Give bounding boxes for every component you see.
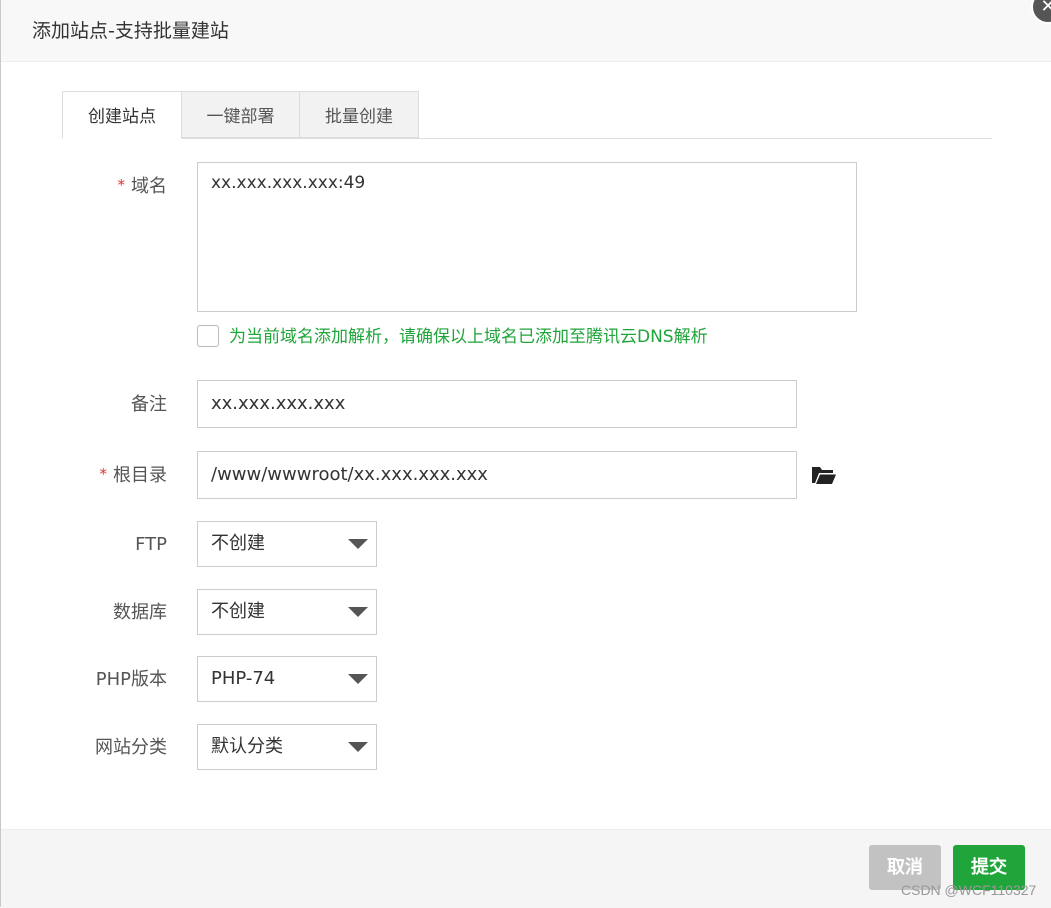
database-select-value: 不创建 [211,601,265,622]
root-dir-label: * 根目录 [37,464,168,488]
remark-label: 备注 [131,394,167,415]
site-category-label: 网站分类 [95,737,167,758]
domain-label-text: 域名 [131,176,167,197]
caret-down-icon [348,607,368,617]
caret-down-icon [348,674,368,684]
tab-create-site[interactable]: 创建站点 [62,91,182,139]
dns-hint-text[interactable]: 为当前域名添加解析，请确保以上域名已添加至腾讯云DNS解析 [229,325,708,349]
site-category-select[interactable]: 默认分类 [197,724,377,770]
caret-down-icon [348,539,368,549]
folder-open-icon[interactable] [811,464,837,486]
watermark-text: CSDN @WCF110327 [901,882,1037,898]
ftp-select[interactable]: 不创建 [197,521,377,567]
caret-down-icon [348,742,368,752]
database-label: 数据库 [113,602,167,623]
required-mark: * [117,176,126,194]
ftp-select-value: 不创建 [211,533,265,554]
database-select[interactable]: 不创建 [197,589,377,635]
dialog-title: 添加站点-支持批量建站 [32,20,229,42]
domain-textarea[interactable]: xx.xxx.xxx.xxx:49 [197,162,857,312]
root-dir-label-text: 根目录 [113,465,167,486]
tab-bar: 创建站点 一键部署 批量创建 [62,91,992,139]
php-version-select-value: PHP-74 [211,668,276,689]
php-version-select[interactable]: PHP-74 [197,656,377,702]
ftp-label: FTP [135,534,167,555]
tab-batch-create[interactable]: 批量创建 [299,91,419,138]
tab-one-click-deploy[interactable]: 一键部署 [181,91,300,138]
remark-input[interactable]: xx.xxx.xxx.xxx [197,380,797,428]
add-site-dialog: 添加站点-支持批量建站 ✕ 创建站点 一键部署 批量创建 * 域名 xx.xxx.… [0,0,1051,908]
dns-resolve-checkbox[interactable] [197,325,219,347]
root-dir-input[interactable]: /www/wwwroot/xx.xxx.xxx.xxx [197,451,797,499]
required-mark: * [99,465,108,483]
site-category-select-value: 默认分类 [211,736,283,757]
domain-label: * 域名 [37,175,168,199]
dialog-titlebar: 添加站点-支持批量建站 [1,0,1051,62]
php-version-label: PHP版本 [95,669,167,690]
